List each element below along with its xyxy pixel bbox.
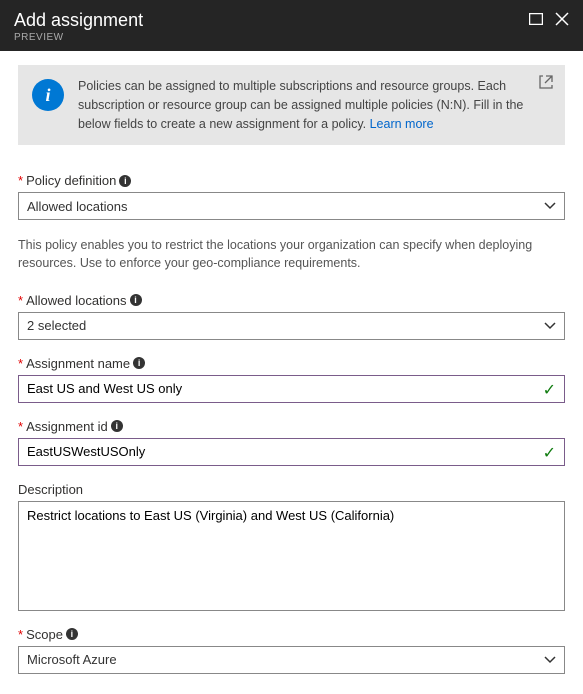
help-icon[interactable]: i bbox=[133, 357, 145, 369]
external-link-icon[interactable] bbox=[539, 75, 553, 92]
learn-more-link[interactable]: Learn more bbox=[370, 117, 434, 131]
info-text: Policies can be assigned to multiple sub… bbox=[78, 77, 551, 133]
required-indicator: * bbox=[18, 627, 23, 642]
close-icon[interactable] bbox=[555, 12, 569, 26]
description-field: Description bbox=[18, 482, 565, 611]
description-textarea[interactable] bbox=[18, 501, 565, 611]
description-label: Description bbox=[18, 482, 83, 497]
description-label-row: Description bbox=[18, 482, 565, 497]
check-icon: ✓ bbox=[543, 380, 556, 400]
allowed-locations-label: Allowed locations bbox=[26, 293, 126, 308]
assignment-name-input[interactable]: ✓ bbox=[18, 375, 565, 403]
window-controls bbox=[529, 12, 569, 26]
assignment-name-label-row: * Assignment name i bbox=[18, 356, 565, 371]
scope-field: * Scope i Microsoft Azure bbox=[18, 627, 565, 674]
header-text-block: Add assignment PREVIEW bbox=[14, 10, 529, 43]
assignment-id-input[interactable]: ✓ bbox=[18, 438, 565, 466]
help-icon[interactable]: i bbox=[130, 294, 142, 306]
scope-label: Scope bbox=[26, 627, 63, 642]
assignment-id-value[interactable] bbox=[27, 444, 556, 459]
chevron-down-icon bbox=[544, 319, 556, 333]
assignment-id-field: * Assignment id i ✓ bbox=[18, 419, 565, 466]
check-icon: ✓ bbox=[543, 443, 556, 463]
allowed-locations-value: 2 selected bbox=[27, 318, 86, 333]
help-icon[interactable]: i bbox=[111, 420, 123, 432]
description-value[interactable] bbox=[27, 508, 556, 604]
scope-label-row: * Scope i bbox=[18, 627, 565, 642]
assignment-name-value[interactable] bbox=[27, 381, 556, 396]
policy-definition-label-row: * Policy definition i bbox=[18, 173, 565, 188]
blade-subtitle: PREVIEW bbox=[14, 32, 529, 43]
policy-definition-select[interactable]: Allowed locations bbox=[18, 192, 565, 220]
policy-description: This policy enables you to restrict the … bbox=[18, 236, 565, 272]
scope-select[interactable]: Microsoft Azure bbox=[18, 646, 565, 674]
info-icon: i bbox=[32, 79, 64, 111]
required-indicator: * bbox=[18, 173, 23, 188]
policy-definition-value: Allowed locations bbox=[27, 199, 127, 214]
scope-value: Microsoft Azure bbox=[27, 652, 117, 667]
info-banner: i Policies can be assigned to multiple s… bbox=[18, 65, 565, 145]
assignment-name-field: * Assignment name i ✓ bbox=[18, 356, 565, 403]
help-icon[interactable]: i bbox=[66, 628, 78, 640]
required-indicator: * bbox=[18, 293, 23, 308]
required-indicator: * bbox=[18, 419, 23, 434]
blade-header: Add assignment PREVIEW bbox=[0, 0, 583, 51]
allowed-locations-select[interactable]: 2 selected bbox=[18, 312, 565, 340]
chevron-down-icon bbox=[544, 653, 556, 667]
assignment-id-label: Assignment id bbox=[26, 419, 108, 434]
allowed-locations-label-row: * Allowed locations i bbox=[18, 293, 565, 308]
blade-content: i Policies can be assigned to multiple s… bbox=[0, 51, 583, 694]
policy-definition-field: * Policy definition i Allowed locations bbox=[18, 173, 565, 220]
assignment-name-label: Assignment name bbox=[26, 356, 130, 371]
blade-title: Add assignment bbox=[14, 10, 529, 31]
assignment-id-label-row: * Assignment id i bbox=[18, 419, 565, 434]
policy-definition-label: Policy definition bbox=[26, 173, 116, 188]
chevron-down-icon bbox=[544, 199, 556, 213]
info-message: Policies can be assigned to multiple sub… bbox=[78, 79, 523, 131]
required-indicator: * bbox=[18, 356, 23, 371]
allowed-locations-field: * Allowed locations i 2 selected bbox=[18, 293, 565, 340]
help-icon[interactable]: i bbox=[119, 175, 131, 187]
maximize-icon[interactable] bbox=[529, 13, 543, 25]
